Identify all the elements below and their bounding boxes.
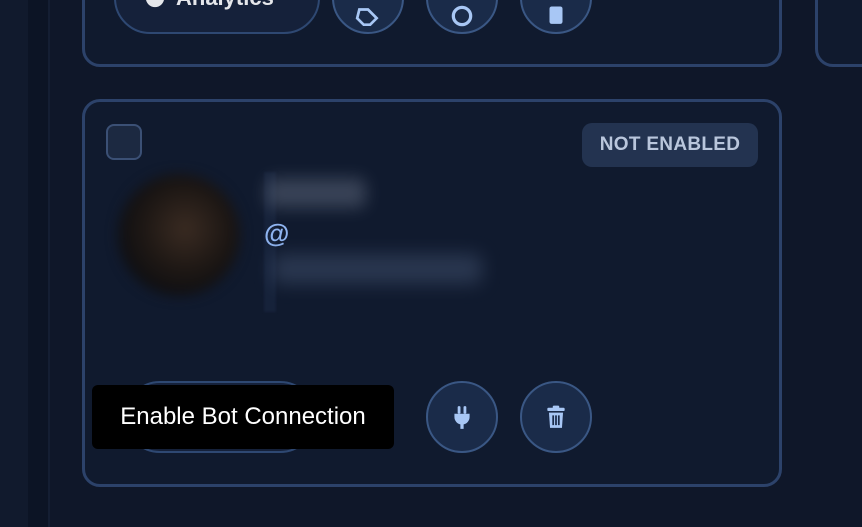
bot-card-adjacent <box>815 0 862 67</box>
sidebar-gutter <box>28 0 48 527</box>
pie-chart-icon <box>144 0 166 9</box>
trash-icon <box>543 404 569 430</box>
avatar <box>118 174 240 296</box>
status-badge: NOT ENABLED <box>582 123 758 167</box>
delete-button[interactable] <box>520 381 592 453</box>
handle-prefix: @ <box>264 218 290 248</box>
analytics-button-label: Analytics <box>176 0 274 11</box>
sidebar-divider <box>48 0 50 527</box>
page: Analytics NOT ENABLED @ <box>0 0 862 527</box>
bot-handle-redacted <box>272 254 482 284</box>
eraser-icon <box>355 3 381 29</box>
plug-icon <box>449 404 475 430</box>
refresh-icon <box>449 3 475 29</box>
bot-name-redacted <box>266 178 366 208</box>
select-checkbox[interactable] <box>106 124 142 160</box>
trash-icon <box>543 0 569 26</box>
tooltip: Enable Bot Connection <box>92 385 394 449</box>
analytics-button[interactable]: Analytics <box>114 0 320 34</box>
sidebar <box>0 0 28 527</box>
connect-button[interactable] <box>426 381 498 453</box>
